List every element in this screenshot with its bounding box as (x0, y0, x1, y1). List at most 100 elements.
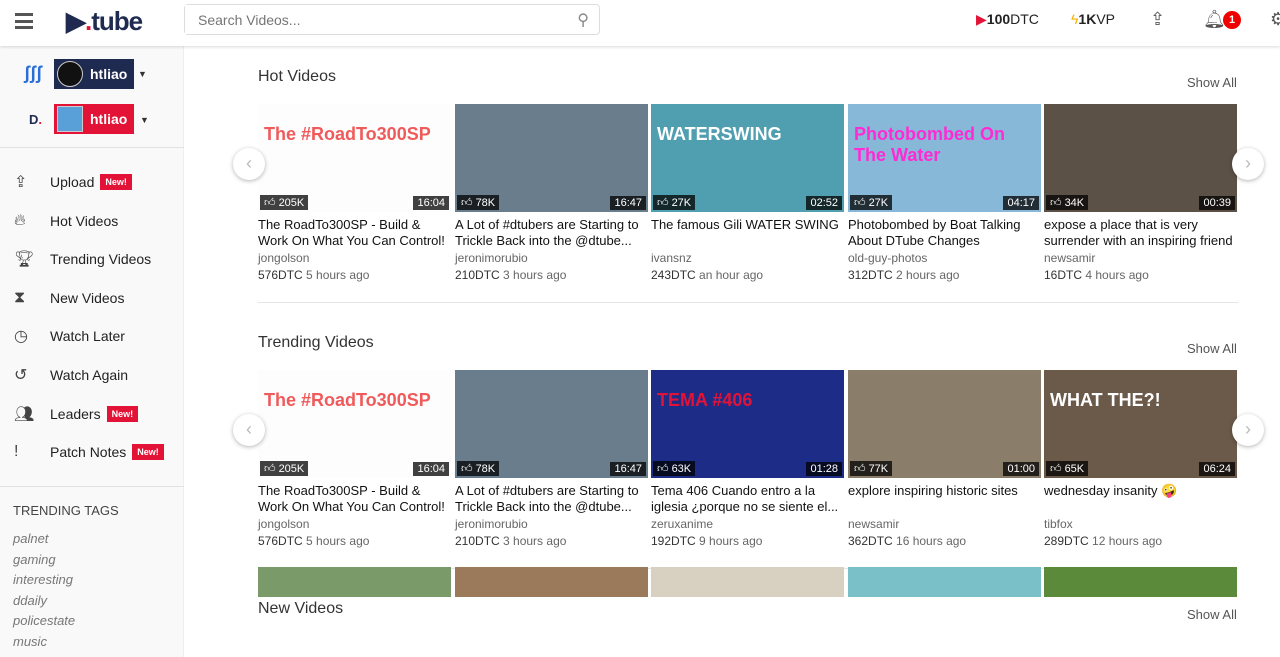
sidebar-item-hot-videos[interactable]: 🔥︎ Hot Videos (14, 209, 118, 233)
trending-tag[interactable]: interesting (13, 572, 73, 587)
video-author[interactable]: jeronimorubio (455, 251, 648, 265)
video-title[interactable]: A Lot of #dtubers are Starting to Trickl… (455, 483, 648, 515)
carousel-prev-button[interactable]: ‹ (233, 414, 265, 446)
carousel-next-button[interactable]: › (1232, 414, 1264, 446)
carousel-prev-button[interactable]: ‹ (233, 148, 265, 180)
video-thumbnail[interactable]: WATERSWING 👍︎ 27K 02:52 (651, 104, 844, 212)
search-input[interactable] (185, 5, 555, 34)
video-card[interactable]: WHAT THE?! 👍︎ 65K 06:24 wednesday insani… (1044, 370, 1237, 548)
video-time: 5 hours ago (306, 534, 370, 548)
trending-tag[interactable]: policestate (13, 613, 75, 628)
video-thumbnail[interactable]: WHAT THE?! 👍︎ 65K 06:24 (1044, 370, 1237, 478)
sidebar-item-watch-again[interactable]: ↺ Watch Again (14, 363, 128, 387)
video-thumbnail[interactable]: 👍︎ 77K 01:00 (848, 370, 1041, 478)
video-card[interactable]: TEMA #406 👍︎ 63K 01:28 Tema 406 Cuando e… (651, 370, 844, 548)
video-thumbnail[interactable] (651, 567, 844, 597)
thumbs-up-icon: 👍︎ (854, 197, 866, 209)
video-value: 312DTC (848, 268, 893, 282)
video-author[interactable]: newsamir (848, 517, 1041, 531)
video-thumbnail[interactable] (1044, 567, 1237, 597)
video-time: 16 hours ago (896, 534, 967, 548)
new-badge: New! (106, 405, 139, 422)
sidebar-item-watch-later[interactable]: ◷ Watch Later (14, 324, 125, 348)
dtube-account[interactable]: htliao (54, 104, 134, 134)
account-name: htliao (90, 111, 128, 127)
video-author[interactable]: ivansnz (651, 251, 844, 265)
video-thumbnail[interactable]: TEMA #406 👍︎ 63K 01:28 (651, 370, 844, 478)
new-badge: New! (132, 444, 164, 461)
video-author[interactable]: zeruxanime (651, 517, 844, 531)
chevron-down-icon[interactable]: ▼ (140, 115, 149, 125)
video-author[interactable]: old-guy-photos (848, 251, 1041, 265)
thumbnail-text: WATERSWING (657, 124, 782, 144)
thumbs-up-icon: 👍︎ (264, 197, 276, 209)
view-count: 👍︎ 27K (653, 195, 696, 210)
video-title[interactable]: Photobombed by Boat Talking About DTube … (848, 217, 1041, 249)
sidebar-item-label: Upload (50, 174, 95, 190)
show-all-link[interactable]: Show All (1187, 341, 1237, 356)
video-thumbnail[interactable]: Photobombed On The Water 👍︎ 27K 04:17 (848, 104, 1041, 212)
menu-icon[interactable] (15, 13, 33, 29)
video-card[interactable]: 👍︎ 34K 00:39 expose a place that is very… (1044, 104, 1237, 282)
show-all-link[interactable]: Show All (1187, 607, 1237, 622)
trending-tag[interactable]: music (13, 634, 47, 649)
show-all-link[interactable]: Show All (1187, 75, 1237, 90)
carousel-next-button[interactable]: › (1232, 148, 1264, 180)
video-card[interactable]: The #RoadTo300SP 👍︎ 205K 16:04 The RoadT… (258, 104, 451, 282)
video-title[interactable]: expose a place that is very surrender wi… (1044, 217, 1237, 249)
video-thumbnail[interactable]: The #RoadTo300SP 👍︎ 205K 16:04 (258, 104, 451, 212)
video-card[interactable]: 👍︎ 78K 16:47 A Lot of #dtubers are Start… (455, 104, 648, 282)
video-thumbnail[interactable] (455, 567, 648, 597)
video-card[interactable]: The #RoadTo300SP 👍︎ 205K 16:04 The RoadT… (258, 370, 451, 548)
upload-icon[interactable]: ⇪ (1150, 9, 1165, 30)
search-icon[interactable]: ⚲ (577, 10, 589, 30)
video-title[interactable]: The RoadTo300SP - Build & Work On What Y… (258, 217, 451, 249)
video-title[interactable]: explore inspiring historic sites (848, 483, 1041, 515)
video-author[interactable]: tibfox (1044, 517, 1237, 531)
vp-balance[interactable]: ϟ1KVP (1071, 11, 1115, 27)
trending-tag[interactable]: ddaily (13, 593, 47, 608)
video-thumbnail[interactable]: The #RoadTo300SP 👍︎ 205K 16:04 (258, 370, 451, 478)
video-author[interactable]: jeronimorubio (455, 517, 648, 531)
trending-tag[interactable]: gaming (13, 552, 56, 567)
video-value: 576DTC (258, 534, 303, 548)
video-value: 289DTC (1044, 534, 1089, 548)
duration: 16:04 (413, 462, 449, 476)
gear-icon[interactable]: ⚙ (1270, 9, 1280, 30)
video-value: 576DTC (258, 268, 303, 282)
video-title[interactable]: The RoadTo300SP - Build & Work On What Y… (258, 483, 451, 515)
sidebar-item-label: Watch Later (50, 328, 125, 345)
thumbnail-text: TEMA #406 (657, 390, 753, 410)
sidebar-item-patch-notes[interactable]: ! Patch Notes New! (14, 440, 164, 464)
sidebar-item-trending-videos[interactable]: 🏆︎ Trending Videos (14, 247, 151, 271)
video-title[interactable]: Tema 406 Cuando entro a la iglesia ¿porq… (651, 483, 844, 515)
sidebar-item-label: New Videos (50, 289, 125, 306)
video-thumbnail[interactable]: 👍︎ 34K 00:39 (1044, 104, 1237, 212)
video-author[interactable]: jongolson (258, 517, 451, 531)
video-thumbnail[interactable] (848, 567, 1041, 597)
sidebar-item-upload[interactable]: ⇪ Upload New! (14, 170, 132, 194)
steem-account[interactable]: htliao (54, 59, 134, 89)
video-thumbnail[interactable]: 👍︎ 78K 16:47 (455, 370, 648, 478)
sidebar-item-label: Leaders (50, 405, 101, 422)
sidebar-item-leaders[interactable]: 👥︎ Leaders New! (14, 402, 139, 426)
thumbs-up-icon: 👍︎ (854, 463, 866, 475)
video-title[interactable]: wednesday insanity 🤪 (1044, 483, 1237, 515)
sidebar-item-new-videos[interactable]: ⧗ New Videos (14, 286, 124, 310)
chevron-down-icon[interactable]: ▼ (138, 69, 147, 79)
trending-tag[interactable]: palnet (13, 531, 48, 546)
video-card[interactable]: Photobombed On The Water 👍︎ 27K 04:17 Ph… (848, 104, 1041, 282)
video-author[interactable]: jongolson (258, 251, 451, 265)
video-title[interactable]: The famous Gili WATER SWING (651, 217, 844, 249)
thumbs-up-icon: 👍︎ (657, 463, 669, 475)
video-card[interactable]: 👍︎ 77K 01:00 explore inspiring historic … (848, 370, 1041, 548)
logo[interactable]: ▶.tube (66, 6, 143, 37)
video-author[interactable]: newsamir (1044, 251, 1237, 265)
video-thumbnail[interactable]: 👍︎ 78K 16:47 (455, 104, 648, 212)
video-thumbnail[interactable] (258, 567, 451, 597)
section-title: New Videos (258, 600, 344, 617)
video-card[interactable]: 👍︎ 78K 16:47 A Lot of #dtubers are Start… (455, 370, 648, 548)
video-card[interactable]: WATERSWING 👍︎ 27K 02:52 The famous Gili … (651, 104, 844, 282)
video-title[interactable]: A Lot of #dtubers are Starting to Trickl… (455, 217, 648, 249)
dtc-balance[interactable]: ▶100DTC (976, 11, 1039, 28)
